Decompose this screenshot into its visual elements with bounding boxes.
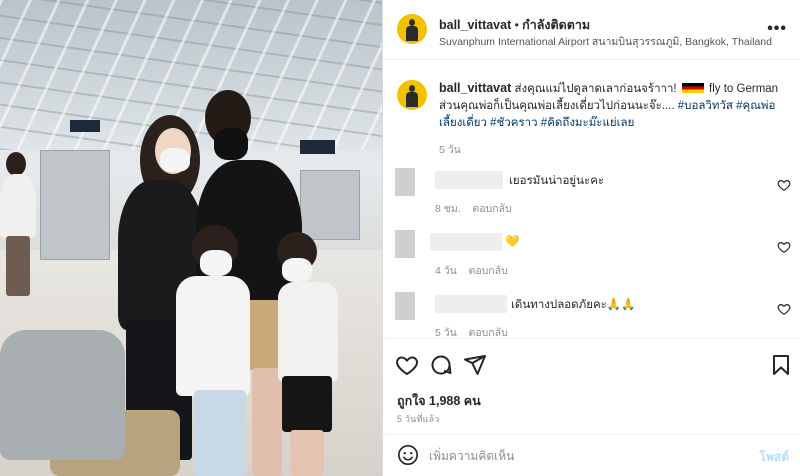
boy-legs xyxy=(290,430,324,476)
caption-age: 5 วัน xyxy=(439,144,461,156)
comment-item: 💛 4 วัน ตอบกลับ xyxy=(383,230,800,290)
girl-jeans xyxy=(194,390,246,476)
location-link[interactable]: Suvanphum International Airport สนามบินส… xyxy=(439,33,772,50)
caption-username[interactable]: ball_vittavat xyxy=(439,81,511,95)
avatar-person-icon xyxy=(406,85,418,107)
avatar-person-icon xyxy=(406,19,418,41)
girl-shirt xyxy=(176,276,250,396)
username-link[interactable]: ball_vittavat xyxy=(439,18,511,32)
checkin-counter xyxy=(40,150,110,260)
caption-avatar[interactable] xyxy=(397,80,427,110)
bystander xyxy=(0,174,36,238)
comment-avatar[interactable] xyxy=(395,230,415,258)
likes-count[interactable]: ถูกใจ 1,988 คน xyxy=(397,391,481,411)
caption-text: ส่งคุณแม่ไปดูลาดเลาก่อนจร้าาา! xyxy=(514,83,677,95)
germany-flag-icon xyxy=(681,83,704,93)
bookmark-icon[interactable] xyxy=(769,353,793,377)
following-button[interactable]: กำลังติดตาม xyxy=(522,18,590,32)
redacted-username[interactable] xyxy=(435,295,507,313)
post-comment-button[interactable]: โพสต์ xyxy=(760,448,789,467)
redacted-username[interactable] xyxy=(430,233,502,251)
comment-avatar[interactable] xyxy=(395,292,415,320)
girl-mask xyxy=(200,250,232,276)
father-mask xyxy=(214,128,248,160)
comment-age: 8 ชม. xyxy=(435,203,461,215)
redacted-username[interactable] xyxy=(435,171,503,189)
boy-shirt xyxy=(278,282,338,382)
post-header: ball_vittavat • กำลังติดตาม Suvanphum In… xyxy=(383,0,800,60)
like-comment-heart-icon[interactable] xyxy=(777,302,791,316)
comment-text: เดินทางปลอดภัยคะ🙏🙏 xyxy=(511,299,636,311)
comment-text: 💛 xyxy=(505,236,520,248)
comment-age: 4 วัน xyxy=(435,265,457,277)
comment-text: เยอรมันน่าอยู่นะคะ xyxy=(509,175,605,187)
like-comment-heart-icon[interactable] xyxy=(777,178,791,192)
airport-sign xyxy=(300,140,335,154)
father-legs xyxy=(252,368,282,476)
hashtag-link[interactable]: #บอลวิทวัส xyxy=(678,100,733,112)
more-horizontal-icon[interactable]: ••• xyxy=(767,20,787,38)
comment-icon[interactable] xyxy=(429,353,453,377)
emoji-icon[interactable] xyxy=(397,444,419,466)
hashtag-link[interactable]: #คิดถึงมะม๊ะแย่เลย xyxy=(541,117,635,129)
separator-dot: • xyxy=(514,18,519,32)
comment-meta: 4 วัน ตอบกลับ xyxy=(435,262,508,279)
boy-shorts xyxy=(282,376,332,432)
mother-mask xyxy=(160,148,190,172)
reply-button[interactable]: ตอบกลับ xyxy=(469,265,508,277)
hashtag-link[interactable]: #ชัวคราว xyxy=(490,117,537,129)
avatar[interactable] xyxy=(397,14,427,44)
comment-input[interactable] xyxy=(429,446,719,466)
post-time: 5 วันที่แล้ว xyxy=(397,414,440,424)
share-icon[interactable] xyxy=(463,353,487,377)
comment-avatar[interactable] xyxy=(395,168,415,196)
comment-item: เยอรมันน่าอยู่นะคะ 8 ชม. ตอบกลับ xyxy=(383,168,800,228)
header-title-row: ball_vittavat • กำลังติดตาม xyxy=(439,15,590,35)
backpack xyxy=(0,330,125,460)
add-comment-bar: โพสต์ xyxy=(383,434,800,476)
boy-mask xyxy=(282,258,312,282)
caption: ball_vittavat ส่งคุณแม่ไปดูลาดเลาก่อนจร้… xyxy=(439,80,795,159)
airport-sign xyxy=(70,120,100,132)
bystander-head xyxy=(6,152,26,176)
caption-text-line2: ส่วนคุณพ่อก็เป็นคุณพ่อเลี้ยงเดี่ยวไปก่อน… xyxy=(439,100,675,112)
bystander-legs xyxy=(6,236,30,296)
reply-button[interactable]: ตอบกลับ xyxy=(472,203,511,215)
caption-text-english: fly to German xyxy=(709,83,779,95)
like-comment-heart-icon[interactable] xyxy=(777,240,791,254)
checkin-counter xyxy=(300,170,360,240)
comment-meta: 8 ชม. ตอบกลับ xyxy=(435,200,512,217)
post-detail-panel: ball_vittavat • กำลังติดตาม Suvanphum In… xyxy=(382,0,800,476)
post-photo[interactable] xyxy=(0,0,382,476)
heart-icon[interactable] xyxy=(395,353,419,377)
